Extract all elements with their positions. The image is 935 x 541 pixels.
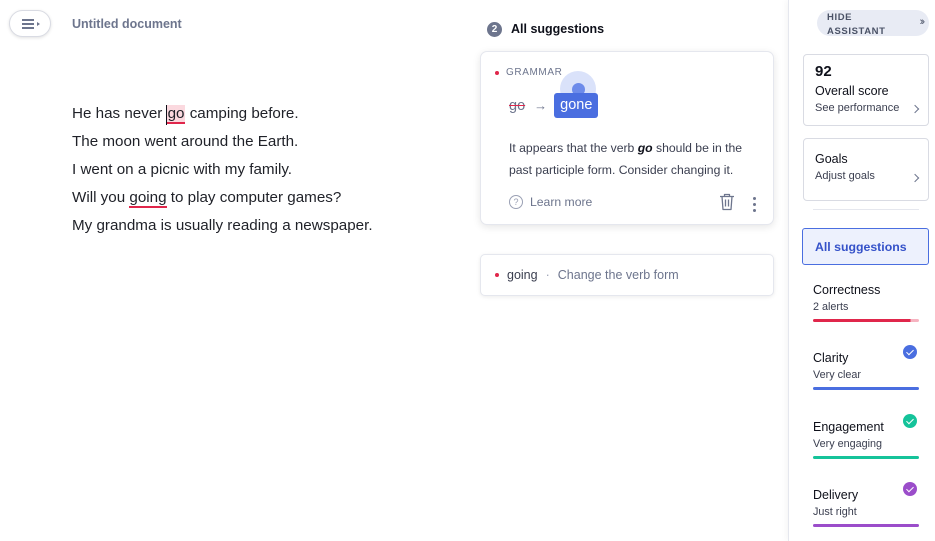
chevron-right-icon xyxy=(910,104,920,114)
error-dot-icon xyxy=(495,70,499,75)
learn-more-link[interactable]: ? Learn more xyxy=(509,195,592,209)
accept-suggestion-button[interactable]: gone xyxy=(554,93,599,118)
old-word: go xyxy=(509,97,526,114)
error-dot-icon xyxy=(495,273,499,277)
text-line[interactable]: Will you going to play computer games? xyxy=(72,188,452,216)
suggestions-header: 2 All suggestions xyxy=(487,21,604,37)
text-line[interactable]: I went on a picnic with my family. xyxy=(72,160,452,188)
engagement-bar xyxy=(813,456,919,459)
text-line[interactable]: The moon went around the Earth. xyxy=(72,132,452,160)
hamburger-icon xyxy=(22,19,34,29)
error-underline-go[interactable]: go xyxy=(165,105,186,125)
editor-text[interactable]: He has never go camping before. The moon… xyxy=(72,104,452,244)
document-title[interactable]: Untitled document xyxy=(72,17,182,31)
score-title: Overall score xyxy=(815,84,889,98)
overall-score-card[interactable]: 92 Overall score See performance xyxy=(803,54,929,126)
correctness-bar xyxy=(813,319,919,322)
check-circle-icon xyxy=(903,482,917,496)
double-chevron-right-icon: ›› xyxy=(919,16,926,28)
check-circle-icon xyxy=(903,414,917,428)
chevron-right-icon xyxy=(910,173,920,183)
question-circle-icon: ? xyxy=(509,195,523,209)
hide-assistant-button[interactable]: HIDE ASSISTANT ›› xyxy=(817,10,929,37)
score-value: 92 xyxy=(815,63,832,80)
suggestion-card-collapsed[interactable]: going · Change the verb form xyxy=(480,254,774,296)
divider xyxy=(813,209,919,210)
goals-card[interactable]: Goals Adjust goals xyxy=(803,138,929,201)
text-cursor xyxy=(165,105,167,125)
caret-right-icon xyxy=(37,22,40,26)
replacement-row: go → gone xyxy=(509,71,599,118)
clarity-bar xyxy=(813,387,919,390)
suggestion-count-badge: 2 xyxy=(487,21,502,37)
separator: · xyxy=(545,268,550,282)
all-suggestions-tab[interactable]: All suggestions xyxy=(802,228,929,265)
assistant-sidebar: HIDE ASSISTANT ›› 92 Overall score See p… xyxy=(788,0,935,541)
check-circle-icon xyxy=(903,345,917,359)
see-performance-link: See performance xyxy=(815,102,900,114)
menu-button[interactable] xyxy=(9,10,51,37)
suggestions-title: All suggestions xyxy=(511,22,605,36)
suggestion-description: Change the verb form xyxy=(557,268,679,282)
more-options-icon[interactable] xyxy=(751,197,757,213)
arrow-right-icon: → xyxy=(534,98,548,113)
goals-title: Goals xyxy=(815,152,848,166)
text-line[interactable]: He has never go camping before. xyxy=(72,104,452,132)
text-line[interactable]: My grandma is usually reading a newspape… xyxy=(72,216,452,244)
card-category: GRAMMAR xyxy=(495,67,562,78)
suggestion-card-expanded[interactable]: GRAMMAR go → gone It appears that the ve… xyxy=(480,51,774,225)
trash-icon[interactable] xyxy=(719,193,735,211)
delivery-bar xyxy=(813,524,919,527)
adjust-goals-link: Adjust goals xyxy=(815,170,875,182)
error-underline-going[interactable]: going xyxy=(129,189,167,208)
suggestion-explanation: It appears that the verb go should be in… xyxy=(509,141,743,177)
suggestion-word: going xyxy=(507,268,538,282)
